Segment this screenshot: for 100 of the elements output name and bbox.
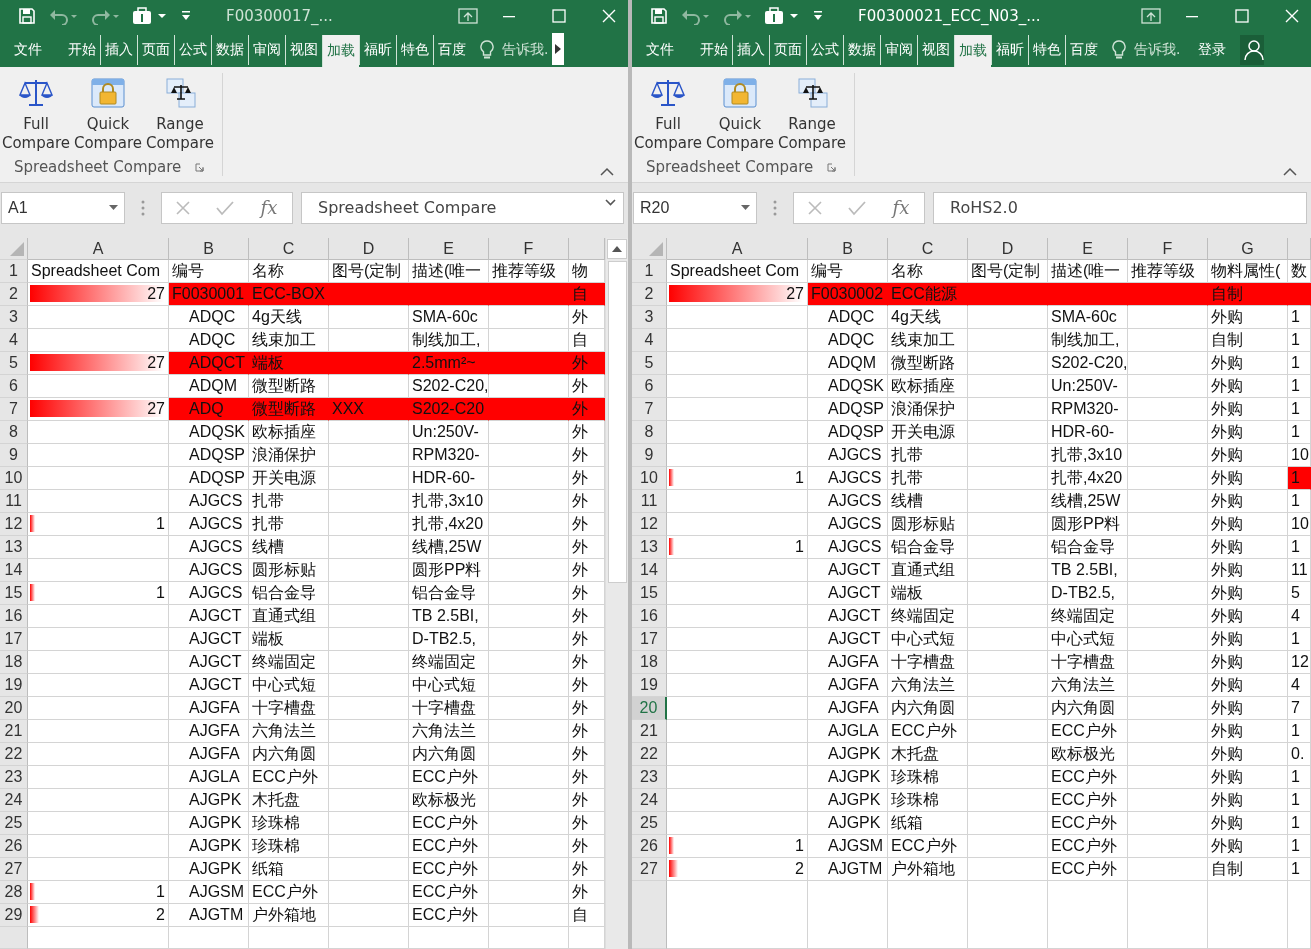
row-header[interactable]: 16 [632,605,667,628]
ribbon-tab[interactable]: 审阅 [248,35,285,65]
column-header[interactable]: G [1208,238,1288,260]
ribbon-tab[interactable]: 审阅 [880,35,917,65]
row-header[interactable]: 22 [632,743,667,766]
row-header[interactable]: 13 [0,536,28,559]
row-header[interactable]: 27 [0,858,28,881]
row-header[interactable]: 11 [0,490,28,513]
ribbon-tab[interactable]: 开始 [696,35,732,65]
row-header[interactable]: 22 [0,743,28,766]
ribbon-tab[interactable]: 公式 [174,35,211,65]
close-icon[interactable] [1285,9,1299,23]
ribbon-button[interactable]: Quick Compare [72,73,144,158]
toolbox-icon[interactable] [132,6,168,26]
row-header[interactable]: 29 [0,904,28,927]
column-header[interactable]: E [409,238,489,260]
row-header[interactable]: 5 [0,352,28,375]
row-header[interactable]: 2 [0,283,28,306]
row-header[interactable]: 27 [632,858,667,881]
ribbon-display-icon[interactable] [458,8,478,24]
column-header[interactable]: B [808,238,888,260]
row-header[interactable]: 9 [632,444,667,467]
ribbon-tab[interactable]: 百度 [433,35,470,65]
row-header[interactable]: 1 [632,260,667,283]
row-header[interactable]: 14 [0,559,28,582]
row-header[interactable]: 12 [632,513,667,536]
column-header[interactable]: D [329,238,409,260]
row-header[interactable]: 14 [632,559,667,582]
dialog-launcher-icon[interactable] [827,162,837,172]
row-header[interactable]: 28 [0,881,28,904]
row-header[interactable]: 15 [632,582,667,605]
user-icon[interactable] [1240,35,1265,65]
row-header[interactable]: 7 [0,398,28,421]
column-header[interactable]: B [169,238,249,260]
row-header[interactable]: 20 [632,697,667,720]
tell-me-button[interactable]: 告诉我. [1130,35,1185,65]
save-icon[interactable] [650,7,668,25]
row-header[interactable]: 9 [0,444,28,467]
ribbon-tab[interactable]: 百度 [1065,35,1102,65]
ribbon-display-icon[interactable] [1141,8,1161,24]
column-header[interactable]: C [249,238,329,260]
row-header[interactable]: 21 [632,720,667,743]
row-header[interactable]: 25 [632,812,667,835]
row-header[interactable]: 8 [0,421,28,444]
row-header[interactable]: 23 [632,766,667,789]
row-header[interactable]: 24 [632,789,667,812]
ribbon-tab[interactable]: 数据 [211,35,248,65]
toolbox-icon[interactable] [764,6,800,26]
row-header[interactable]: 21 [0,720,28,743]
row-header[interactable]: 15 [0,582,28,605]
save-icon[interactable] [18,7,36,25]
row-header[interactable]: 16 [0,605,28,628]
drag-handle-icon[interactable] [773,199,777,216]
ribbon-tab[interactable]: 公式 [806,35,843,65]
ribbon-tab[interactable]: 数据 [843,35,880,65]
row-header[interactable]: 13 [632,536,667,559]
scroll-right-icon[interactable] [552,33,565,65]
column-header[interactable]: C [888,238,968,260]
expand-formula-icon[interactable] [605,199,616,206]
row-header[interactable]: 4 [0,329,28,352]
redo-icon[interactable] [722,7,752,25]
sign-in-link[interactable]: 登录 [1192,35,1233,65]
column-header[interactable]: F [1128,238,1208,260]
row-header[interactable]: 19 [632,674,667,697]
ribbon-tab[interactable]: 福昕 [359,35,396,65]
column-header[interactable]: D [968,238,1048,260]
insert-function-button[interactable]: fx [890,197,912,218]
row-header[interactable]: 18 [632,651,667,674]
ribbon-button[interactable]: Range Compare [144,73,216,158]
name-box[interactable]: A1 [1,191,125,224]
row-header[interactable]: 24 [0,789,28,812]
redo-icon[interactable] [90,7,120,25]
row-header[interactable]: 17 [632,628,667,651]
row-header[interactable]: 4 [632,329,667,352]
ribbon-tab[interactable]: 加载 [322,35,359,67]
collapse-ribbon-icon[interactable] [1283,167,1297,176]
dialog-launcher-icon[interactable] [195,162,205,172]
column-header[interactable]: A [28,238,169,260]
ribbon-button[interactable]: Full Compare [0,73,72,158]
row-header[interactable]: 1 [0,260,28,283]
row-header[interactable]: 23 [0,766,28,789]
row-header[interactable]: 10 [632,467,667,490]
row-header[interactable]: 26 [0,835,28,858]
close-icon[interactable] [602,9,616,23]
row-header[interactable]: 12 [0,513,28,536]
scroll-thumb[interactable] [607,261,627,583]
ribbon-button[interactable]: Full Compare [632,73,704,158]
row-header[interactable]: 10 [0,467,28,490]
ribbon-button[interactable]: Range Compare [776,73,848,158]
row-header[interactable]: 7 [632,398,667,421]
formula-field[interactable]: Spreadsheet Compare [301,191,624,224]
maximize-icon[interactable] [552,9,566,23]
ribbon-tab[interactable]: 插入 [100,35,137,65]
row-header[interactable]: 3 [0,306,28,329]
row-header[interactable]: 20 [0,697,28,720]
row-header[interactable]: 19 [0,674,28,697]
row-header[interactable]: 3 [632,306,667,329]
column-header[interactable]: F [489,238,569,260]
row-header[interactable]: 2 [632,283,667,306]
row-header[interactable]: 6 [0,375,28,398]
